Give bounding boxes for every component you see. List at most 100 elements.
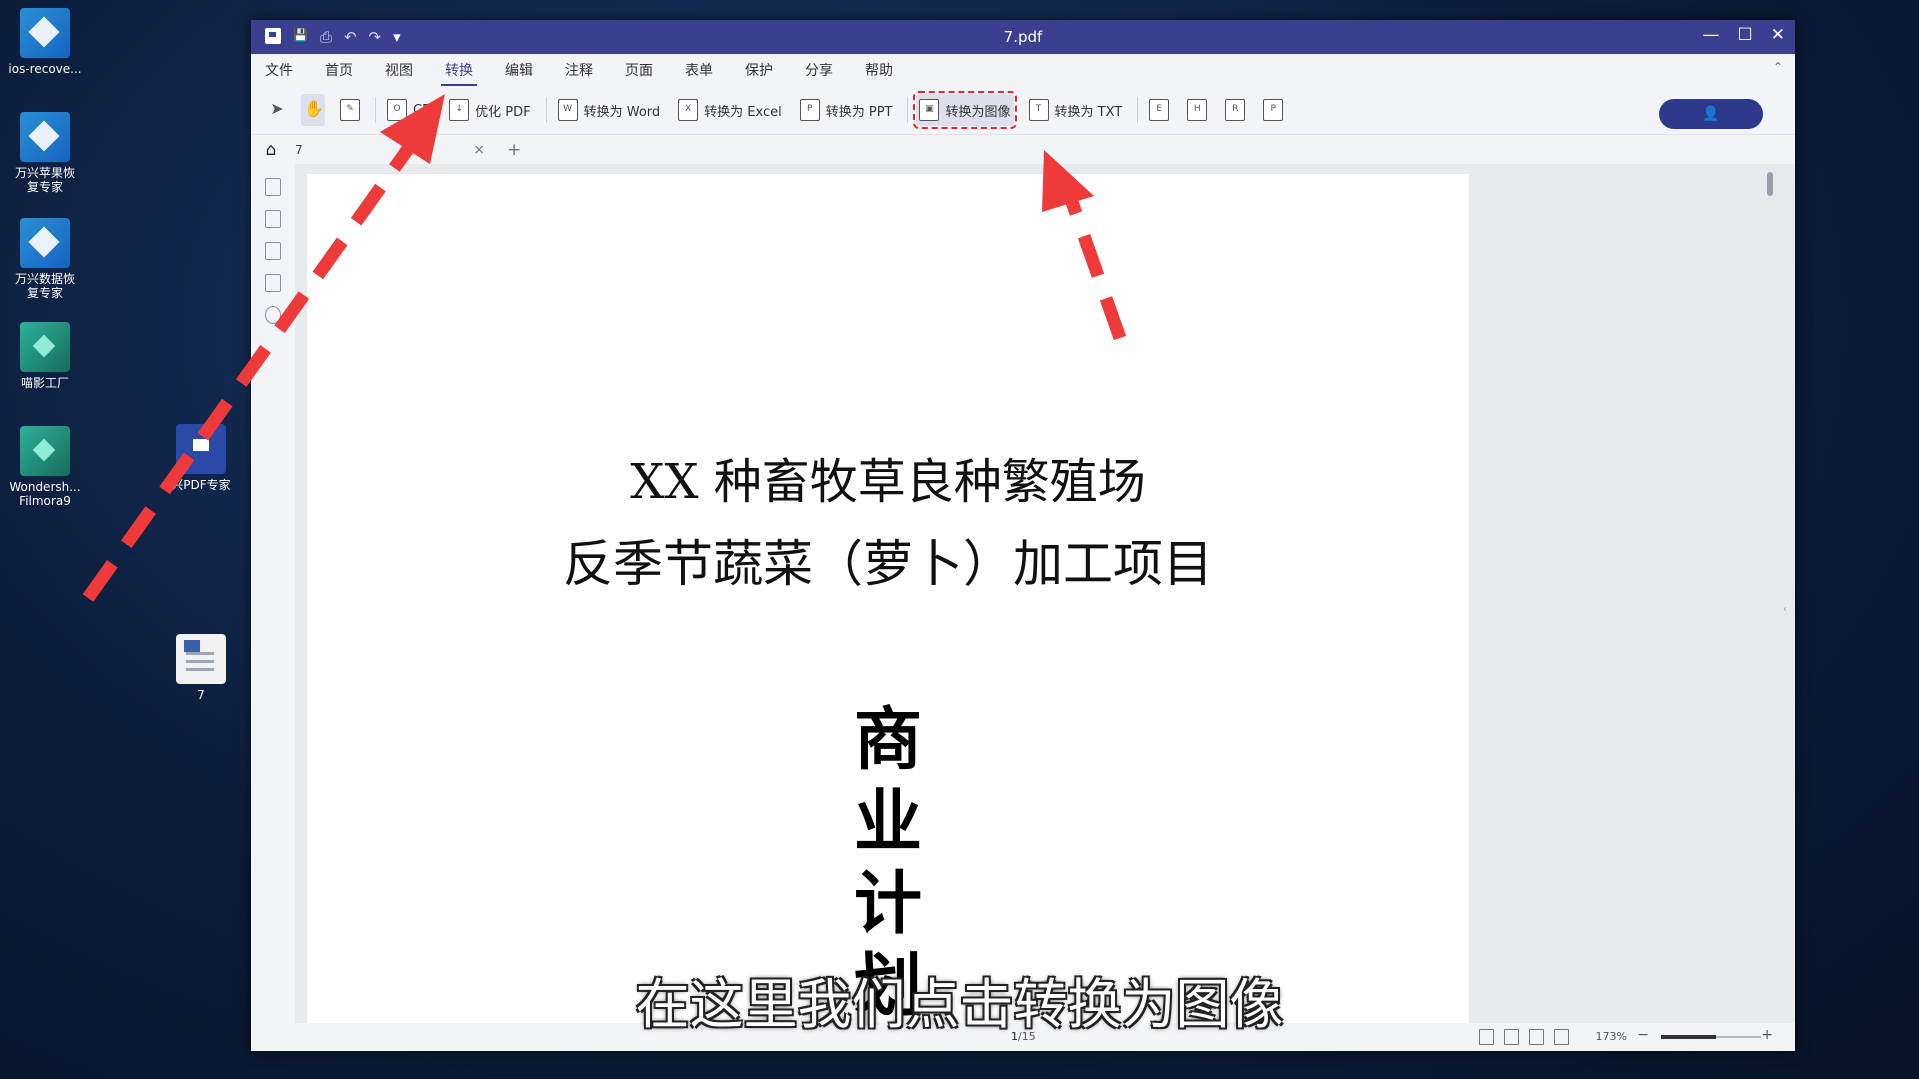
expand-right-panel-icon[interactable]: ‹ — [1783, 604, 1787, 615]
account-button[interactable]: 👤 — [1659, 99, 1763, 129]
rtf-icon: R — [1225, 99, 1246, 121]
ppt-icon: P — [799, 99, 820, 121]
close-button[interactable]: ✕ — [1771, 25, 1785, 45]
maximize-button[interactable]: ☐ — [1738, 25, 1753, 45]
to-excel-label: 转换为 Excel — [704, 104, 782, 120]
menu-edit[interactable]: 编辑 — [505, 60, 533, 80]
excel-icon: X — [678, 99, 699, 121]
desktop-icon-label: 7 — [197, 688, 205, 702]
convert-to-txt-button[interactable]: T 转换为 TXT — [1026, 94, 1126, 126]
miaoying-icon — [20, 322, 70, 372]
menu-file[interactable]: 文件 — [265, 60, 293, 80]
menu-protect[interactable]: 保护 — [745, 60, 773, 80]
html-icon: H — [1187, 99, 1208, 121]
desktop-icon-label: 喵影工厂 — [20, 376, 69, 390]
to-ppt-label: 转换为 PPT — [825, 104, 893, 120]
convert-to-rtf-button[interactable]: R — [1222, 94, 1248, 126]
new-tab-button[interactable]: + — [507, 140, 521, 160]
user-icon: 👤 — [1702, 106, 1720, 122]
select-tool-button[interactable]: ➤ — [265, 94, 289, 126]
window-title: 7.pdf — [1003, 28, 1043, 46]
ocr-button[interactable]: O CR — [384, 94, 434, 126]
pdf-editor-window: 💾 ⎙ ↶ ↷ ▾ 7.pdf — ☐ ✕ 文件 首页 视图 转换 编辑 注释 … — [251, 20, 1795, 1051]
left-sidebar — [251, 164, 295, 1023]
collapse-ribbon-icon[interactable]: ⌃ — [1773, 60, 1783, 74]
minimize-button[interactable]: — — [1703, 25, 1720, 45]
home-icon[interactable]: ⌂ — [251, 140, 291, 160]
document-tab-label: 7 — [295, 143, 303, 157]
desktop-icon-ios-recover[interactable]: ios-recove... — [0, 8, 90, 76]
video-subtitle: 在这里我们点击转换为图像 — [635, 973, 1284, 1036]
desktop-icon-apple-recovery[interactable]: 万兴苹果恢复专家 — [0, 112, 90, 194]
word-icon: W — [557, 99, 578, 121]
convert-to-word-button[interactable]: W 转换为 Word — [555, 94, 664, 126]
menu-form[interactable]: 表单 — [685, 60, 713, 80]
search-icon[interactable] — [265, 306, 281, 324]
convert-to-image-button[interactable]: ▣ 转换为图像 — [913, 91, 1017, 129]
desktop-icon-miaoying[interactable]: 喵影工厂 — [0, 322, 90, 390]
toolbar-divider — [545, 97, 547, 123]
txt-icon: T — [1028, 99, 1049, 121]
ocr-icon: O — [387, 99, 407, 121]
convert-to-pdfa-button[interactable]: P — [1260, 94, 1286, 126]
desktop-icon-label: Wondersh... Filmora9 — [9, 480, 81, 508]
menu-comment[interactable]: 注释 — [565, 60, 593, 80]
title-bar: 💾 ⎙ ↶ ↷ ▾ 7.pdf — ☐ ✕ — [251, 20, 1795, 54]
convert-to-ppt-button[interactable]: P 转换为 PPT — [797, 94, 896, 126]
image-icon: ▣ — [919, 99, 940, 121]
toolbar-divider — [375, 97, 376, 123]
vertical-scrollbar[interactable] — [1767, 172, 1773, 196]
hand-tool-button[interactable]: ✋ — [301, 94, 325, 126]
document-title-line-1: XX 种畜牧草良种繁殖场 — [630, 454, 1146, 510]
menu-home[interactable]: 首页 — [325, 60, 353, 80]
pdf-expert-icon — [176, 424, 226, 474]
convert-toolbar: ➤ ✋ ✎ O CR ↓ 优化 PDF W 转换为 Word X 转换为 Excel P… — [251, 86, 1795, 135]
document-tab[interactable]: 7 × — [291, 135, 495, 165]
desktop-icon-label: 万兴数据恢复专家 — [14, 272, 75, 300]
to-image-label: 转换为图像 — [945, 104, 1011, 120]
desktop-icon-label: ios-recove... — [8, 62, 82, 76]
document-tab-bar: ⌂ 7 × + — [251, 135, 1795, 165]
edit-icon: ✎ — [340, 99, 360, 121]
menu-view[interactable]: 视图 — [385, 60, 413, 80]
menu-help[interactable]: 帮助 — [865, 60, 893, 80]
apple-recovery-icon — [20, 112, 70, 162]
ocr-label: CR — [413, 102, 432, 118]
hand-icon: ✋ — [304, 99, 324, 118]
desktop-icon-data-recovery[interactable]: 万兴数据恢复专家 — [0, 218, 90, 300]
data-recovery-icon — [20, 218, 70, 268]
attachment-icon[interactable] — [265, 274, 281, 292]
thumbnails-icon[interactable] — [265, 178, 281, 196]
ios-recover-icon — [20, 8, 70, 58]
to-txt-label: 转换为 TXT — [1054, 104, 1123, 120]
optimize-pdf-button[interactable]: ↓ 优化 PDF — [446, 94, 533, 126]
to-word-label: 转换为 Word — [583, 104, 661, 120]
menu-convert[interactable]: 转换 — [441, 60, 477, 86]
desktop-icon-label: 兴PDF专家 — [171, 478, 231, 492]
document-title-line-2: 反季节蔬菜（萝卜）加工项目 — [563, 535, 1213, 593]
desktop-icon-pdf-expert[interactable]: 兴PDF专家 — [156, 424, 246, 492]
optimize-label: 优化 PDF — [475, 104, 531, 120]
filmora-icon — [20, 426, 70, 476]
toolbar-divider — [907, 97, 909, 123]
menu-share[interactable]: 分享 — [805, 60, 833, 80]
close-tab-icon[interactable]: × — [473, 135, 485, 165]
desktop-icon-label: 万兴苹果恢复专家 — [14, 166, 75, 194]
pdf-page: XX 种畜牧草良种繁殖场 反季节蔬菜（萝卜）加工项目 商 业 计 划 — [307, 174, 1469, 1026]
epub-icon: E — [1149, 99, 1170, 121]
convert-to-epub-button[interactable]: E — [1146, 94, 1172, 126]
document-canvas[interactable]: XX 种畜牧草良种繁殖场 反季节蔬菜（萝卜）加工项目 商 业 计 划 ‹ — [295, 164, 1795, 1026]
desktop-icon-filmora[interactable]: Wondersh... Filmora9 — [0, 426, 90, 508]
menu-bar: 文件 首页 视图 转换 编辑 注释 页面 表单 保护 分享 帮助 — [251, 54, 1795, 86]
convert-to-excel-button[interactable]: X 转换为 Excel — [675, 94, 785, 126]
menu-page[interactable]: 页面 — [625, 60, 653, 80]
convert-to-html-button[interactable]: H — [1184, 94, 1210, 126]
pdf-file-icon — [176, 634, 226, 684]
pdfa-icon: P — [1263, 99, 1284, 121]
cursor-icon: ➤ — [270, 99, 284, 118]
toolbar-divider — [1137, 97, 1139, 123]
comment-icon[interactable] — [265, 242, 281, 260]
edit-tool-button[interactable]: ✎ — [337, 94, 363, 126]
desktop-icon-pdf-file[interactable]: 7 — [156, 634, 246, 702]
bookmark-icon[interactable] — [265, 210, 281, 228]
